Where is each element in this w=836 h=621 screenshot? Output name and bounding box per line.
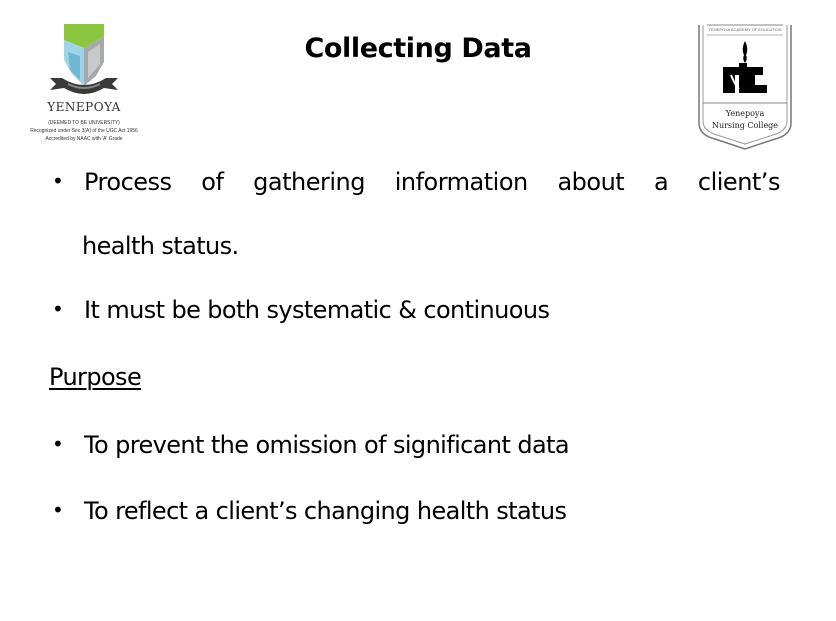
bullet-word: a xyxy=(653,168,669,196)
flame-icon xyxy=(742,41,748,63)
bullet-word: information xyxy=(394,168,529,196)
logo-right-name-line2: Nursing College xyxy=(711,121,779,130)
purpose-heading: Purpose xyxy=(49,363,142,391)
bullet-item-prevent-omission: • To prevent the omission of significant … xyxy=(52,431,570,459)
logo-right-top-text: YENEPOYA ACADEMY OF EDUCATION xyxy=(708,27,782,32)
bullet-text: To reflect a client’s changing health st… xyxy=(84,497,567,525)
bullet-item-definition-continuation: health status. xyxy=(82,232,239,260)
bullet-dot: • xyxy=(52,498,64,522)
slide-title-text: Collecting Data xyxy=(304,33,532,64)
bullet-text: To prevent the omission of significant d… xyxy=(84,431,570,459)
yenepoya-nursing-college-logo: YENEPOYA ACADEMY OF EDUCATION Yenepoya N… xyxy=(695,23,795,151)
bullet-text: It must be both systematic & continuous xyxy=(84,296,550,324)
logo-left-name: YENEPOYA xyxy=(47,100,121,114)
slide: YENEPOYA (DEEMED TO BE UNIVERSITY) Recog… xyxy=(0,0,836,621)
crest-icon xyxy=(698,24,792,150)
bullet-word: Process xyxy=(84,168,172,196)
bullet-item-systematic: • It must be both systematic & continuous xyxy=(52,296,550,324)
bullet-word: client’s xyxy=(697,168,781,196)
bullet-dot: • xyxy=(52,432,64,456)
bullet-word: about xyxy=(557,168,625,196)
bullet-word: gathering xyxy=(253,168,365,196)
logo-left-line2: Recognized under Sec 3(A) of the UGC Act… xyxy=(30,128,138,134)
bullet-word: of xyxy=(201,168,224,196)
logo-left-line3: Accredited by NAAC with 'A' Grade xyxy=(45,136,123,142)
bullet-item-definition: • Process of gathering information about … xyxy=(52,168,780,196)
logo-left-line1: (DEEMED TO BE UNIVERSITY) xyxy=(48,120,120,126)
bullet-item-reflect-status: • To reflect a client’s changing health s… xyxy=(52,497,567,525)
bullet-dot: • Process xyxy=(52,168,172,196)
bullet-dot: • xyxy=(52,297,64,321)
logo-right-name-line1: Yenepoya xyxy=(725,109,765,118)
